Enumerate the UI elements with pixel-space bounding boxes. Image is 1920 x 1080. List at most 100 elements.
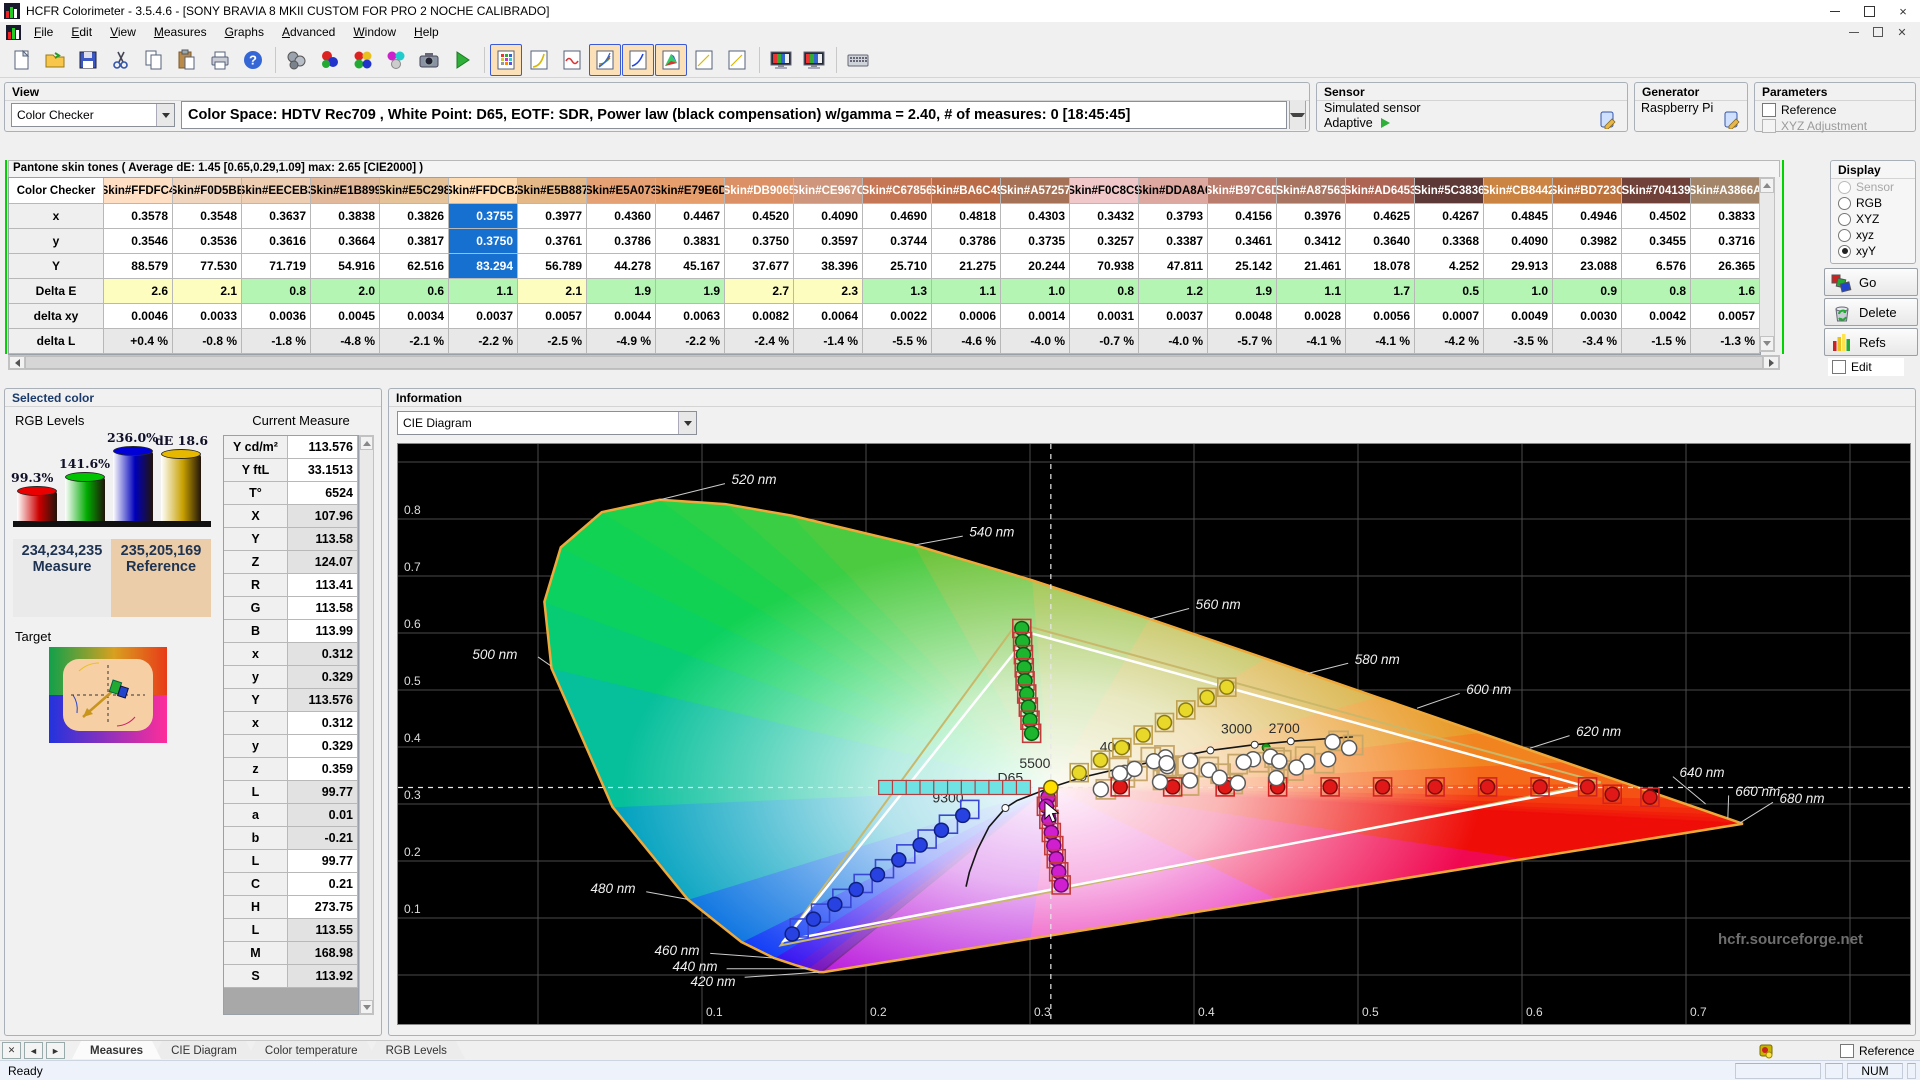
measure-cell[interactable]: 0.4946 [1553,204,1622,229]
display-radio-xyy[interactable]: xyY [1831,243,1915,259]
measure-cell[interactable]: 1.9 [587,279,656,304]
colorimeter-icon[interactable] [1758,1043,1774,1059]
measure-cell[interactable]: 21.461 [1277,254,1346,279]
measure-cell[interactable]: 25.710 [863,254,932,279]
measure-colors-button[interactable] [314,44,346,76]
skin-column-header[interactable]: Skin#DB9065 [725,178,794,204]
measure-row-value[interactable]: -0.21 [288,827,358,850]
measure-cell[interactable]: 37.677 [725,254,794,279]
measure-cell[interactable]: 0.0064 [794,304,863,329]
measure-cell[interactable]: 44.278 [587,254,656,279]
sensor-cluster-button[interactable] [281,44,313,76]
menu-file[interactable]: File [25,23,62,41]
measure-cell[interactable]: 0.3838 [311,204,380,229]
mdi-close-button[interactable]: ✕ [1890,24,1914,40]
measure-cell[interactable]: 0.3750 [449,229,518,254]
measure-cell[interactable]: 0.4520 [725,204,794,229]
measure-cell[interactable]: 83.294 [449,254,518,279]
measure-cell[interactable]: -1.3 % [1691,329,1760,354]
measure-cell[interactable]: 0.3982 [1553,229,1622,254]
menu-window[interactable]: Window [344,23,405,41]
measure-cell[interactable]: 0.3546 [104,229,173,254]
maximize-button[interactable] [1852,0,1886,22]
measure-cell[interactable]: 0.3716 [1691,229,1760,254]
measure-cell[interactable]: 0.3257 [1070,229,1139,254]
skin-column-header[interactable]: Skin#C67856 [863,178,932,204]
measure-cell[interactable]: 1.9 [656,279,725,304]
measure-row-value[interactable]: 0.312 [288,712,358,735]
measure-row-value[interactable]: 124.07 [288,551,358,574]
doc-plain-button[interactable] [721,44,753,76]
doc-tilde-button[interactable] [556,44,588,76]
measure-cell[interactable]: -3.5 % [1484,329,1553,354]
edit-checkbox[interactable]: Edit [1832,360,1872,374]
measure-cell[interactable]: 0.3761 [518,229,587,254]
cut-button[interactable] [105,44,137,76]
measure-cell[interactable]: 1.2 [1139,279,1208,304]
measure-cell[interactable]: -4.9 % [587,329,656,354]
measure-vscrollbar[interactable] [359,435,374,1015]
measure-cell[interactable]: 0.3637 [242,204,311,229]
skin-column-header[interactable]: Skin#E5A073 [587,178,656,204]
splitter-right[interactable] [1782,160,1784,354]
scroll-right-icon[interactable] [1763,356,1779,369]
measure-cell[interactable]: 1.7 [1346,279,1415,304]
measure-cell[interactable]: 0.4690 [863,204,932,229]
doc-grid-button[interactable] [490,43,522,76]
measure-cell[interactable]: 1.1 [449,279,518,304]
measure-cell[interactable]: 0.3744 [863,229,932,254]
measure-cell[interactable]: 0.4502 [1622,204,1691,229]
measure-cell[interactable]: 0.0044 [587,304,656,329]
measure-cell[interactable]: 0.3640 [1346,229,1415,254]
measure-cell[interactable]: 0.4267 [1415,204,1484,229]
minimize-button[interactable] [1818,0,1852,22]
measure-cell[interactable]: 0.3616 [242,229,311,254]
measure-cell[interactable]: 0.3755 [449,204,518,229]
measure-cell[interactable]: 0.3432 [1070,204,1139,229]
measure-cell[interactable]: -4.0 % [1001,329,1070,354]
cie-diagram[interactable]: 0.1 0.2 0.3 0.4 0.5 0.6 0.7 0.1 0.2 0.3 0.4 0.5 0.6 0… [397,443,1911,1025]
menu-view[interactable]: View [101,23,145,41]
measure-cell[interactable]: 0.4090 [1484,229,1553,254]
skin-column-header[interactable]: Skin#FFDCB2 [449,178,518,204]
measure-cell[interactable]: 71.719 [242,254,311,279]
measure-cell[interactable]: 0.0036 [242,304,311,329]
doc-cie-button[interactable] [655,43,687,76]
measure-cell[interactable]: 2.0 [311,279,380,304]
measure-cell[interactable]: -5.7 % [1208,329,1277,354]
measure-cell[interactable]: 0.0007 [1415,304,1484,329]
measure-cell[interactable]: 0.0006 [932,304,1001,329]
sensor-config-icon[interactable] [1599,111,1617,129]
measure-cell[interactable]: -2.4 % [725,329,794,354]
info-spinner[interactable] [1289,100,1306,130]
generator-config-icon[interactable] [1723,111,1741,129]
measure-cell[interactable]: 0.8 [1622,279,1691,304]
measure-row-value[interactable]: 113.576 [288,436,358,459]
paste-button[interactable] [171,44,203,76]
measure-cell[interactable]: -4.0 % [1139,329,1208,354]
skin-column-header[interactable]: Skin#BD723C [1553,178,1622,204]
resize-grip[interactable] [1907,1063,1916,1079]
measure-cell[interactable]: 29.913 [1484,254,1553,279]
save-button[interactable] [72,44,104,76]
measure-row-value[interactable]: 0.312 [288,643,358,666]
measure-cell[interactable]: 0.3597 [794,229,863,254]
measure-cell[interactable]: 0.3817 [380,229,449,254]
measure-cell[interactable]: 0.8 [1070,279,1139,304]
skin-column-header[interactable]: Skin#A3866A [1691,178,1760,204]
run-measure-button[interactable] [446,44,478,76]
measure-cell[interactable]: 56.789 [518,254,587,279]
measure-cell[interactable]: 54.916 [311,254,380,279]
menu-help[interactable]: Help [405,23,448,41]
measure-cell[interactable]: 0.0014 [1001,304,1070,329]
measure-cell[interactable]: -4.1 % [1277,329,1346,354]
measure-cell[interactable]: 0.9 [1553,279,1622,304]
pattern-colors-button[interactable] [380,44,412,76]
camera-button[interactable] [413,44,445,76]
skin-column-header[interactable]: Skin#E79E6D [656,178,725,204]
scroll-left-icon[interactable] [9,356,25,369]
measure-cell[interactable]: -4.2 % [1415,329,1484,354]
measure-cell[interactable]: 6.576 [1622,254,1691,279]
skin-column-header[interactable]: Skin#EECEB3 [242,178,311,204]
measure-row-value[interactable]: 113.92 [288,965,358,988]
